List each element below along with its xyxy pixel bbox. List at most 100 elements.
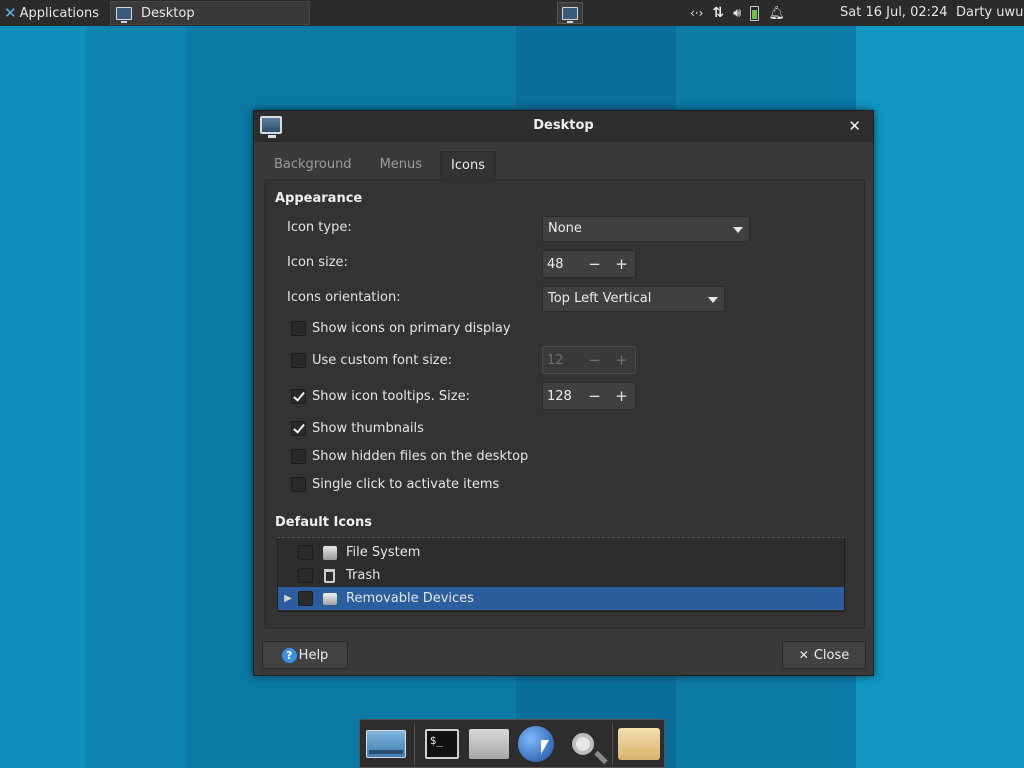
applications-label: Applications [19, 5, 99, 21]
dock-item-browser[interactable] [514, 721, 559, 767]
tab-menus[interactable]: Menus [370, 151, 432, 179]
default-icons-heading: Default Icons [275, 515, 372, 530]
icon-size-stepper[interactable]: 48 − + [542, 250, 636, 278]
plus-icon[interactable]: + [608, 387, 635, 405]
dock-item-terminal[interactable]: $_ [419, 721, 464, 767]
tooltip-size-stepper[interactable]: 128 − + [542, 382, 636, 410]
dock-item-show-desktop[interactable] [363, 721, 408, 767]
mouse-cursor-icon [541, 740, 549, 754]
minus-icon[interactable]: − [581, 255, 608, 273]
dock-item-home[interactable] [466, 721, 511, 767]
icon-type-value: None [548, 221, 582, 236]
system-tray: ‹·› ⇅ 🔊︎ 🔔︎ [690, 0, 794, 26]
custom-font-option[interactable]: Use custom font size: [291, 353, 452, 368]
hidden-files-option[interactable]: Show hidden files on the desktop [291, 449, 528, 464]
list-item[interactable]: Trash [278, 564, 844, 587]
home-folder-icon [468, 728, 509, 759]
tooltips-checkbox[interactable] [291, 389, 306, 404]
minus-icon[interactable]: − [581, 387, 608, 405]
volume-icon[interactable]: 🔊︎ [733, 6, 741, 21]
custom-font-value: 12 [547, 352, 564, 368]
battery-icon[interactable] [750, 5, 760, 21]
default-icons-list[interactable]: File System Trash ▶ Removable Devices [277, 537, 845, 612]
thumbnails-checkbox[interactable] [291, 421, 306, 436]
tab-background[interactable]: Background [264, 151, 362, 179]
plus-icon[interactable]: + [608, 255, 635, 273]
plus-icon: + [615, 351, 628, 369]
tooltips-label: Show icon tooltips. Size: [312, 389, 470, 404]
dock-item-files[interactable] [617, 721, 662, 767]
list-item[interactable]: ▶ Removable Devices [278, 587, 844, 610]
custom-font-label: Use custom font size: [312, 353, 453, 368]
tab-bar: Background Menus Icons [264, 151, 504, 179]
help-button[interactable]: ? Help [262, 641, 348, 669]
orientation-value: Top Left Vertical [548, 291, 652, 306]
trash-checkbox[interactable] [298, 568, 313, 583]
icons-tab-content: Appearance Icon type: None Icon size: 48… [264, 179, 865, 629]
terminal-icon: $_ [424, 728, 459, 759]
custom-font-checkbox[interactable] [291, 353, 306, 368]
help-icon: ? [281, 647, 297, 663]
show-on-primary-checkbox[interactable] [291, 321, 306, 336]
close-icon[interactable]: ✕ [848, 117, 861, 135]
list-item-label: File System [346, 545, 421, 560]
search-icon [572, 732, 595, 755]
dock-item-search[interactable] [561, 721, 606, 767]
dock-separator [414, 723, 416, 764]
orientation-label: Icons orientation: [287, 290, 401, 305]
xfce-logo-icon: ✕ [4, 4, 17, 22]
thumbnails-label: Show thumbnails [312, 421, 424, 436]
custom-font-stepper: 12 − + [542, 346, 636, 374]
close-label: Close [813, 647, 850, 663]
icon-type-label: Icon type: [287, 220, 352, 235]
tooltip-size-value[interactable]: 128 [543, 389, 581, 404]
desktop-settings-dialog: Desktop ✕ Background Menus Icons Appeara… [253, 110, 874, 676]
clock[interactable]: Sat 16 Jul, 02:24 [840, 5, 948, 20]
dialog-title: Desktop [533, 118, 594, 133]
user-menu[interactable]: Darty uwu [956, 5, 1023, 20]
thumbnails-option[interactable]: Show thumbnails [291, 421, 424, 436]
show-desktop-icon [365, 729, 406, 758]
notification-bell-icon[interactable]: 🔔︎ [768, 6, 785, 21]
close-button[interactable]: ✕ Close [782, 641, 866, 669]
tooltips-option[interactable]: Show icon tooltips. Size: [291, 389, 470, 404]
list-item[interactable]: File System [278, 541, 844, 564]
hidden-files-label: Show hidden files on the desktop [312, 449, 529, 464]
removable-drive-icon [323, 592, 337, 605]
removable-devices-checkbox[interactable] [298, 591, 313, 606]
icon-size-value[interactable]: 48 [543, 257, 581, 272]
desktop-settings-icon [116, 6, 132, 23]
orientation-select[interactable]: Top Left Vertical [542, 286, 725, 312]
help-label: Help [298, 647, 329, 663]
appearance-heading: Appearance [275, 191, 363, 206]
taskbar-item-desktop[interactable]: Desktop [110, 1, 310, 25]
dock: $_ [359, 719, 665, 768]
files-folder-icon [618, 727, 661, 760]
hard-drive-icon [323, 545, 337, 560]
network-icon[interactable]: ‹·› [690, 6, 703, 20]
trash-icon [324, 568, 335, 583]
workspace-window-icon [562, 6, 578, 23]
file-system-checkbox[interactable] [298, 545, 313, 560]
dock-separator [611, 723, 613, 764]
tab-icons[interactable]: Icons [440, 151, 496, 179]
list-item-label: Trash [346, 568, 381, 583]
minus-icon: − [588, 351, 601, 369]
list-item-label: Removable Devices [346, 591, 474, 606]
transfer-icon[interactable]: ⇅ [712, 5, 724, 21]
chevron-down-icon [733, 227, 743, 233]
show-on-primary-label: Show icons on primary display [312, 321, 511, 336]
chevron-down-icon [708, 297, 718, 303]
show-on-primary-option[interactable]: Show icons on primary display [291, 321, 511, 336]
taskbar-item-label: Desktop [141, 5, 195, 21]
applications-menu-button[interactable]: ✕ Applications [0, 0, 108, 26]
dialog-titlebar[interactable]: Desktop ✕ [254, 111, 873, 142]
icon-type-select[interactable]: None [542, 216, 750, 242]
workspace-switcher[interactable] [557, 2, 583, 24]
expand-arrow-icon[interactable]: ▶ [278, 593, 298, 604]
single-click-checkbox[interactable] [291, 477, 306, 492]
hidden-files-checkbox[interactable] [291, 449, 306, 464]
icon-size-label: Icon size: [287, 255, 348, 270]
single-click-label: Single click to activate items [312, 477, 500, 492]
single-click-option[interactable]: Single click to activate items [291, 477, 499, 492]
